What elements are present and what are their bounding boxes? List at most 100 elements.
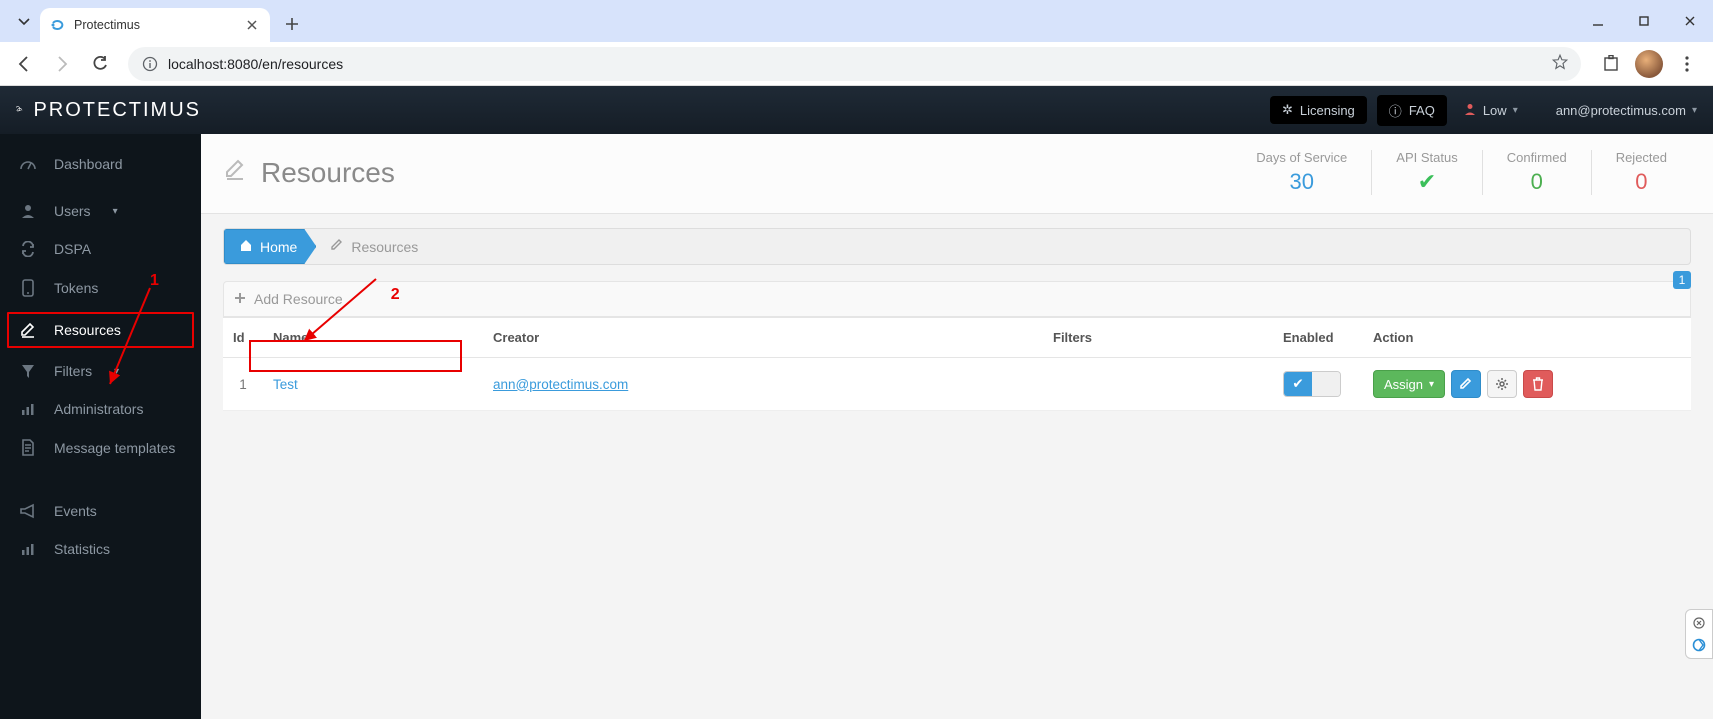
col-creator[interactable]: Creator (483, 318, 1043, 358)
close-window-button[interactable] (1667, 0, 1713, 42)
bookmark-star-icon[interactable] (1551, 53, 1569, 74)
plus-icon (234, 291, 246, 307)
browser-menu-icon[interactable] (1673, 50, 1701, 78)
new-tab-button[interactable] (278, 10, 306, 38)
sidebar: Dashboard Users DSPA Tokens Resources (0, 134, 201, 719)
delete-row-button[interactable] (1523, 370, 1553, 398)
panel-actionbar: Add Resource 2 (223, 281, 1691, 317)
chart-icon (18, 541, 38, 557)
resource-name-link[interactable]: Test (273, 377, 298, 392)
annotation-highlight-name (249, 340, 462, 372)
breadcrumb-home[interactable]: Home (224, 229, 316, 264)
check-icon: ✔ (1396, 169, 1457, 195)
window-controls (1575, 0, 1713, 42)
gear-icon (1495, 377, 1509, 391)
browser-tab[interactable]: Protectimus (40, 8, 270, 42)
sidebar-item-label: Dashboard (54, 156, 123, 172)
sidebar-item-administrators[interactable]: Administrators (0, 390, 201, 428)
trash-icon (1532, 377, 1544, 391)
sidebar-item-users[interactable]: Users (0, 192, 201, 230)
sidebar-item-message-templates[interactable]: Message templates (0, 428, 201, 468)
stat-api: API Status ✔ (1371, 150, 1481, 195)
breadcrumb: Home Resources (223, 228, 1691, 265)
reload-button[interactable] (84, 48, 116, 80)
page-title: Resources (261, 157, 395, 189)
site-info-icon[interactable] (140, 54, 160, 74)
browser-chrome: Protectimus (0, 0, 1713, 42)
faq-label: FAQ (1409, 103, 1435, 118)
edit-icon (330, 238, 344, 255)
account-email: ann@protectimus.com (1556, 103, 1686, 118)
url-text: localhost:8080/en/resources (168, 56, 1551, 72)
settings-row-button[interactable] (1487, 370, 1517, 398)
chevron-down-icon: ▾ (1692, 105, 1697, 116)
tab-list-dropdown[interactable] (12, 10, 36, 34)
main-content: Resources Days of Service 30 API Status … (201, 134, 1713, 719)
brand-logo[interactable]: PROTECTIMUS (16, 95, 201, 125)
sidebar-item-resources[interactable]: Resources (6, 311, 195, 349)
check-icon: ✔ (1284, 372, 1312, 396)
user-tier-menu[interactable]: Low ▾ (1463, 102, 1518, 119)
chevron-down-icon: ▾ (1429, 379, 1434, 390)
filter-icon (18, 363, 38, 379)
stat-days: Days of Service 30 (1232, 150, 1371, 195)
chevron-down-icon (18, 16, 30, 28)
sidebar-item-label: Statistics (54, 541, 110, 557)
widget-close-icon[interactable] (1690, 614, 1708, 632)
account-menu[interactable]: ann@protectimus.com ▾ (1556, 103, 1697, 118)
url-bar[interactable]: localhost:8080/en/resources (128, 47, 1581, 81)
sidebar-item-label: Resources (54, 322, 121, 338)
col-action[interactable]: Action (1363, 318, 1691, 358)
megaphone-icon (18, 503, 38, 519)
sidebar-item-label: Filters (54, 363, 92, 379)
annotation-callout-1: 1 (150, 272, 159, 290)
bars-icon (18, 401, 38, 417)
widget-browser-icon[interactable] (1690, 636, 1708, 654)
floating-widget[interactable] (1685, 609, 1713, 659)
edit-icon (223, 158, 247, 188)
edit-icon (18, 321, 38, 339)
licensing-button[interactable]: ✲ Licensing (1270, 96, 1367, 124)
extensions-icon[interactable] (1597, 50, 1625, 78)
sidebar-item-events[interactable]: Events (0, 492, 201, 530)
tab-favicon (50, 17, 66, 33)
sidebar-item-tokens[interactable]: Tokens (0, 268, 201, 308)
page-header: Resources Days of Service 30 API Status … (201, 134, 1713, 214)
sidebar-item-dashboard[interactable]: Dashboard (0, 144, 201, 184)
breadcrumb-resources[interactable]: Resources (312, 230, 436, 263)
app-topbar: PROTECTIMUS ✲ Licensing ⓘ FAQ Low ▾ ann@… (0, 86, 1713, 134)
home-icon (239, 238, 253, 255)
col-enabled[interactable]: Enabled (1273, 318, 1363, 358)
tab-title: Protectimus (74, 18, 236, 32)
back-button[interactable] (8, 48, 40, 80)
enabled-toggle[interactable]: ✔ (1283, 371, 1341, 397)
sidebar-item-dspa[interactable]: DSPA (0, 230, 201, 268)
user-tier-label: Low (1483, 103, 1507, 118)
cell-filters (1043, 358, 1273, 411)
results-count-badge: 1 (1673, 271, 1691, 289)
stats-bar: Days of Service 30 API Status ✔ Confirme… (1232, 150, 1691, 195)
creator-link[interactable]: ann@protectimus.com (493, 377, 628, 392)
sun-icon: ✲ (1282, 102, 1293, 118)
user-icon (1463, 102, 1477, 119)
sidebar-item-statistics[interactable]: Statistics (0, 530, 201, 568)
forward-button[interactable] (46, 48, 78, 80)
sidebar-item-filters[interactable]: Filters (0, 352, 201, 390)
faq-button[interactable]: ⓘ FAQ (1377, 95, 1447, 126)
edit-row-button[interactable] (1451, 370, 1481, 398)
sidebar-item-label: Message templates (54, 440, 175, 456)
assign-button[interactable]: Assign ▾ (1373, 370, 1445, 398)
annotation-callout-2: 2 (391, 286, 400, 304)
stat-confirmed: Confirmed 0 (1482, 150, 1591, 195)
info-icon: ⓘ (1389, 101, 1402, 120)
stat-rejected: Rejected 0 (1591, 150, 1691, 195)
maximize-button[interactable] (1621, 0, 1667, 42)
add-resource-button[interactable]: Add Resource (234, 291, 343, 307)
minimize-button[interactable] (1575, 0, 1621, 42)
close-icon[interactable] (244, 17, 260, 33)
logo-icon (16, 95, 23, 125)
licensing-label: Licensing (1300, 103, 1355, 118)
dashboard-icon (18, 155, 38, 173)
profile-avatar[interactable] (1635, 50, 1663, 78)
col-filters[interactable]: Filters (1043, 318, 1273, 358)
